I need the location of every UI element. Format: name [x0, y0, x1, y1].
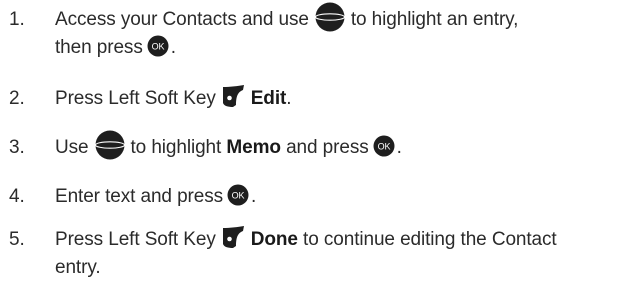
step-text-part: Use	[55, 137, 89, 158]
ok-key-icon: OK	[373, 135, 395, 157]
step-text: Press Left Soft Key Done to continue edi…	[55, 226, 624, 282]
left-soft-key-icon	[222, 226, 244, 249]
navigation-key-icon	[94, 130, 125, 160]
step-number: 4.	[9, 186, 25, 207]
step-text-part: to highlight an entry,	[350, 9, 519, 30]
step-number: 1.	[9, 9, 25, 30]
ok-key-icon: OK	[147, 35, 169, 57]
step-bold-label: Done	[250, 229, 298, 250]
step-number: 2.	[9, 88, 25, 109]
step-bold-label: Memo	[226, 137, 281, 158]
step-text-part: Access your Contacts and use	[55, 9, 309, 30]
step-text-part: Enter text and press	[55, 186, 224, 207]
step-text-part: .	[251, 186, 257, 207]
step-number: 3.	[9, 137, 25, 158]
step-number: 5.	[9, 229, 25, 250]
step-text-part: .	[396, 137, 402, 158]
step-text: Enter text and press OK .	[55, 183, 624, 211]
ok-label: OK	[151, 41, 164, 51]
step-text-part: Press Left Soft Key	[55, 88, 216, 109]
navigation-key-icon	[314, 2, 345, 32]
step-bold-label: Edit	[250, 88, 287, 109]
instruction-steps: 1. Access your Contacts and use to highl…	[0, 0, 632, 282]
step-text-part: then press	[55, 37, 143, 58]
step-text-part: entry.	[55, 257, 101, 278]
step-text-part: Press Left Soft Key	[55, 229, 216, 250]
step-text: Access your Contacts and use to highligh…	[55, 2, 624, 62]
left-soft-key-icon	[222, 85, 244, 108]
step-text: Press Left Soft Key Edit.	[55, 85, 624, 113]
step-text: Use to highlight Memo and press OK .	[55, 130, 624, 162]
ok-label: OK	[377, 141, 390, 151]
step-text-part: .	[286, 88, 292, 109]
ok-key-icon: OK	[227, 184, 249, 206]
ok-label: OK	[232, 190, 245, 200]
step-text-part: and press	[286, 137, 369, 158]
step-text-part: .	[170, 37, 176, 58]
step-text-part: to highlight	[130, 137, 222, 158]
step-text-part: to continue editing the Contact	[303, 229, 557, 250]
